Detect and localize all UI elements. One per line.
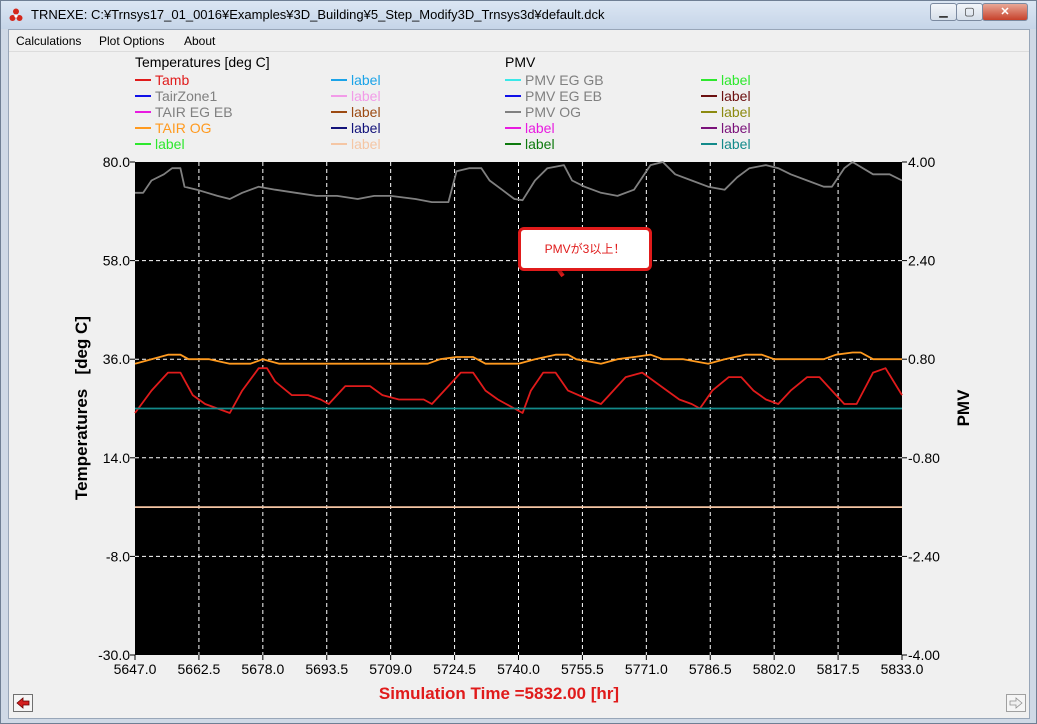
online-plot[interactable]: Temperatures [deg C] PMV TambTairZone1TA…: [9, 52, 1029, 718]
legend-label: label: [155, 136, 185, 152]
x-tick-label: 5724.5: [433, 661, 476, 677]
y2-tick-label: 0.80: [908, 351, 935, 367]
legend-label: label: [721, 120, 751, 136]
legend-label: label: [525, 136, 555, 152]
x-tick-label: 5771.0: [625, 661, 668, 677]
y2-axis-label: PMV: [954, 389, 973, 427]
legend-label: label: [721, 104, 751, 120]
y2-tick-label: 4.00: [908, 154, 935, 170]
x-tick-label: 5662.5: [178, 661, 221, 677]
legend-label: label: [351, 72, 381, 88]
y2-tick-label: -2.40: [908, 548, 940, 564]
legend-label: Tamb: [155, 72, 189, 88]
x-tick-label: 5740.0: [497, 661, 540, 677]
simulation-time-label: Simulation Time =5832.00 [hr]: [379, 684, 619, 703]
menu-about[interactable]: About: [184, 34, 215, 48]
y2-tick-label: -0.80: [908, 450, 940, 466]
x-tick-label: 5755.5: [561, 661, 604, 677]
y-tick-label: -30.0: [98, 647, 130, 663]
y-tick-label: 80.0: [103, 154, 130, 170]
title-bar[interactable]: TRNEXE: C:¥Trnsys17_01_0016¥Examples¥3D_…: [1, 1, 1036, 29]
y2-tick-label: 2.40: [908, 253, 935, 269]
y-axis-label: Temperatures [deg C]: [72, 316, 91, 500]
arrow-right-icon: [1009, 697, 1023, 709]
previous-page-button[interactable]: [13, 694, 33, 712]
legend-label: PMV EG GB: [525, 72, 604, 88]
menu-bar: Calculations Plot Options About: [9, 30, 1029, 52]
x-tick-label: 5709.0: [369, 661, 412, 677]
y-tick-label: 14.0: [103, 450, 130, 466]
legend-label: label: [351, 136, 381, 152]
left-group-title: Temperatures [deg C]: [135, 54, 270, 70]
right-group-title: PMV: [505, 54, 536, 70]
legend-label: TAIR OG: [155, 120, 212, 136]
y2-axis-ticks: 4.00 2.40 0.80 -0.80 -2.40 -4.00: [902, 154, 940, 663]
legend-label: TairZone1: [155, 88, 217, 104]
x-tick-label: 5647.0: [114, 661, 157, 677]
trnexe-window: TRNEXE: C:¥Trnsys17_01_0016¥Examples¥3D_…: [0, 0, 1037, 724]
y-tick-label: 36.0: [103, 351, 130, 367]
legend-label: PMV OG: [525, 104, 581, 120]
x-axis-ticks: 5647.0 5662.5 5678.0 5693.5 5709.0 5724.5 5740…: [114, 655, 924, 677]
x-tick-label: 5802.0: [753, 661, 796, 677]
legend-label: label: [721, 88, 751, 104]
legend-label: PMV EG EB: [525, 88, 602, 104]
legend-label: label: [721, 72, 751, 88]
next-page-button[interactable]: [1006, 694, 1026, 712]
x-tick-label: 5678.0: [241, 661, 284, 677]
legend-label: label: [721, 136, 751, 152]
y-tick-label: 58.0: [103, 253, 130, 269]
menu-plot-options[interactable]: Plot Options: [99, 34, 164, 48]
x-tick-label: 5817.5: [817, 661, 860, 677]
client-area: Calculations Plot Options About Temperat…: [8, 29, 1030, 719]
close-button[interactable]: ✕: [982, 3, 1028, 21]
legend-label: label: [351, 88, 381, 104]
window-title: TRNEXE: C:¥Trnsys17_01_0016¥Examples¥3D_…: [31, 7, 605, 22]
legend: TambTairZone1TAIR EG EBTAIR OGlabellabel…: [135, 72, 751, 152]
arrow-left-icon: [16, 697, 30, 709]
menu-calculations[interactable]: Calculations: [16, 34, 81, 48]
legend-label: label: [525, 120, 555, 136]
pmv-callout: PMVが3以上！: [518, 227, 652, 271]
x-tick-label: 5693.5: [305, 661, 348, 677]
y2-tick-label: -4.00: [908, 647, 940, 663]
legend-label: label: [351, 104, 381, 120]
minimize-button[interactable]: ▁: [930, 3, 957, 21]
x-tick-label: 5833.0: [881, 661, 924, 677]
maximize-button[interactable]: ▢: [956, 3, 983, 21]
x-tick-label: 5786.5: [689, 661, 732, 677]
trnsys-triangle-icon[interactable]: [9, 8, 23, 22]
y-axis-ticks: 80.0 58.0 36.0 14.0 -8.0 -30.0: [98, 154, 135, 663]
y-tick-label: -8.0: [106, 548, 130, 564]
legend-label: TAIR EG EB: [155, 104, 233, 120]
legend-label: label: [351, 120, 381, 136]
